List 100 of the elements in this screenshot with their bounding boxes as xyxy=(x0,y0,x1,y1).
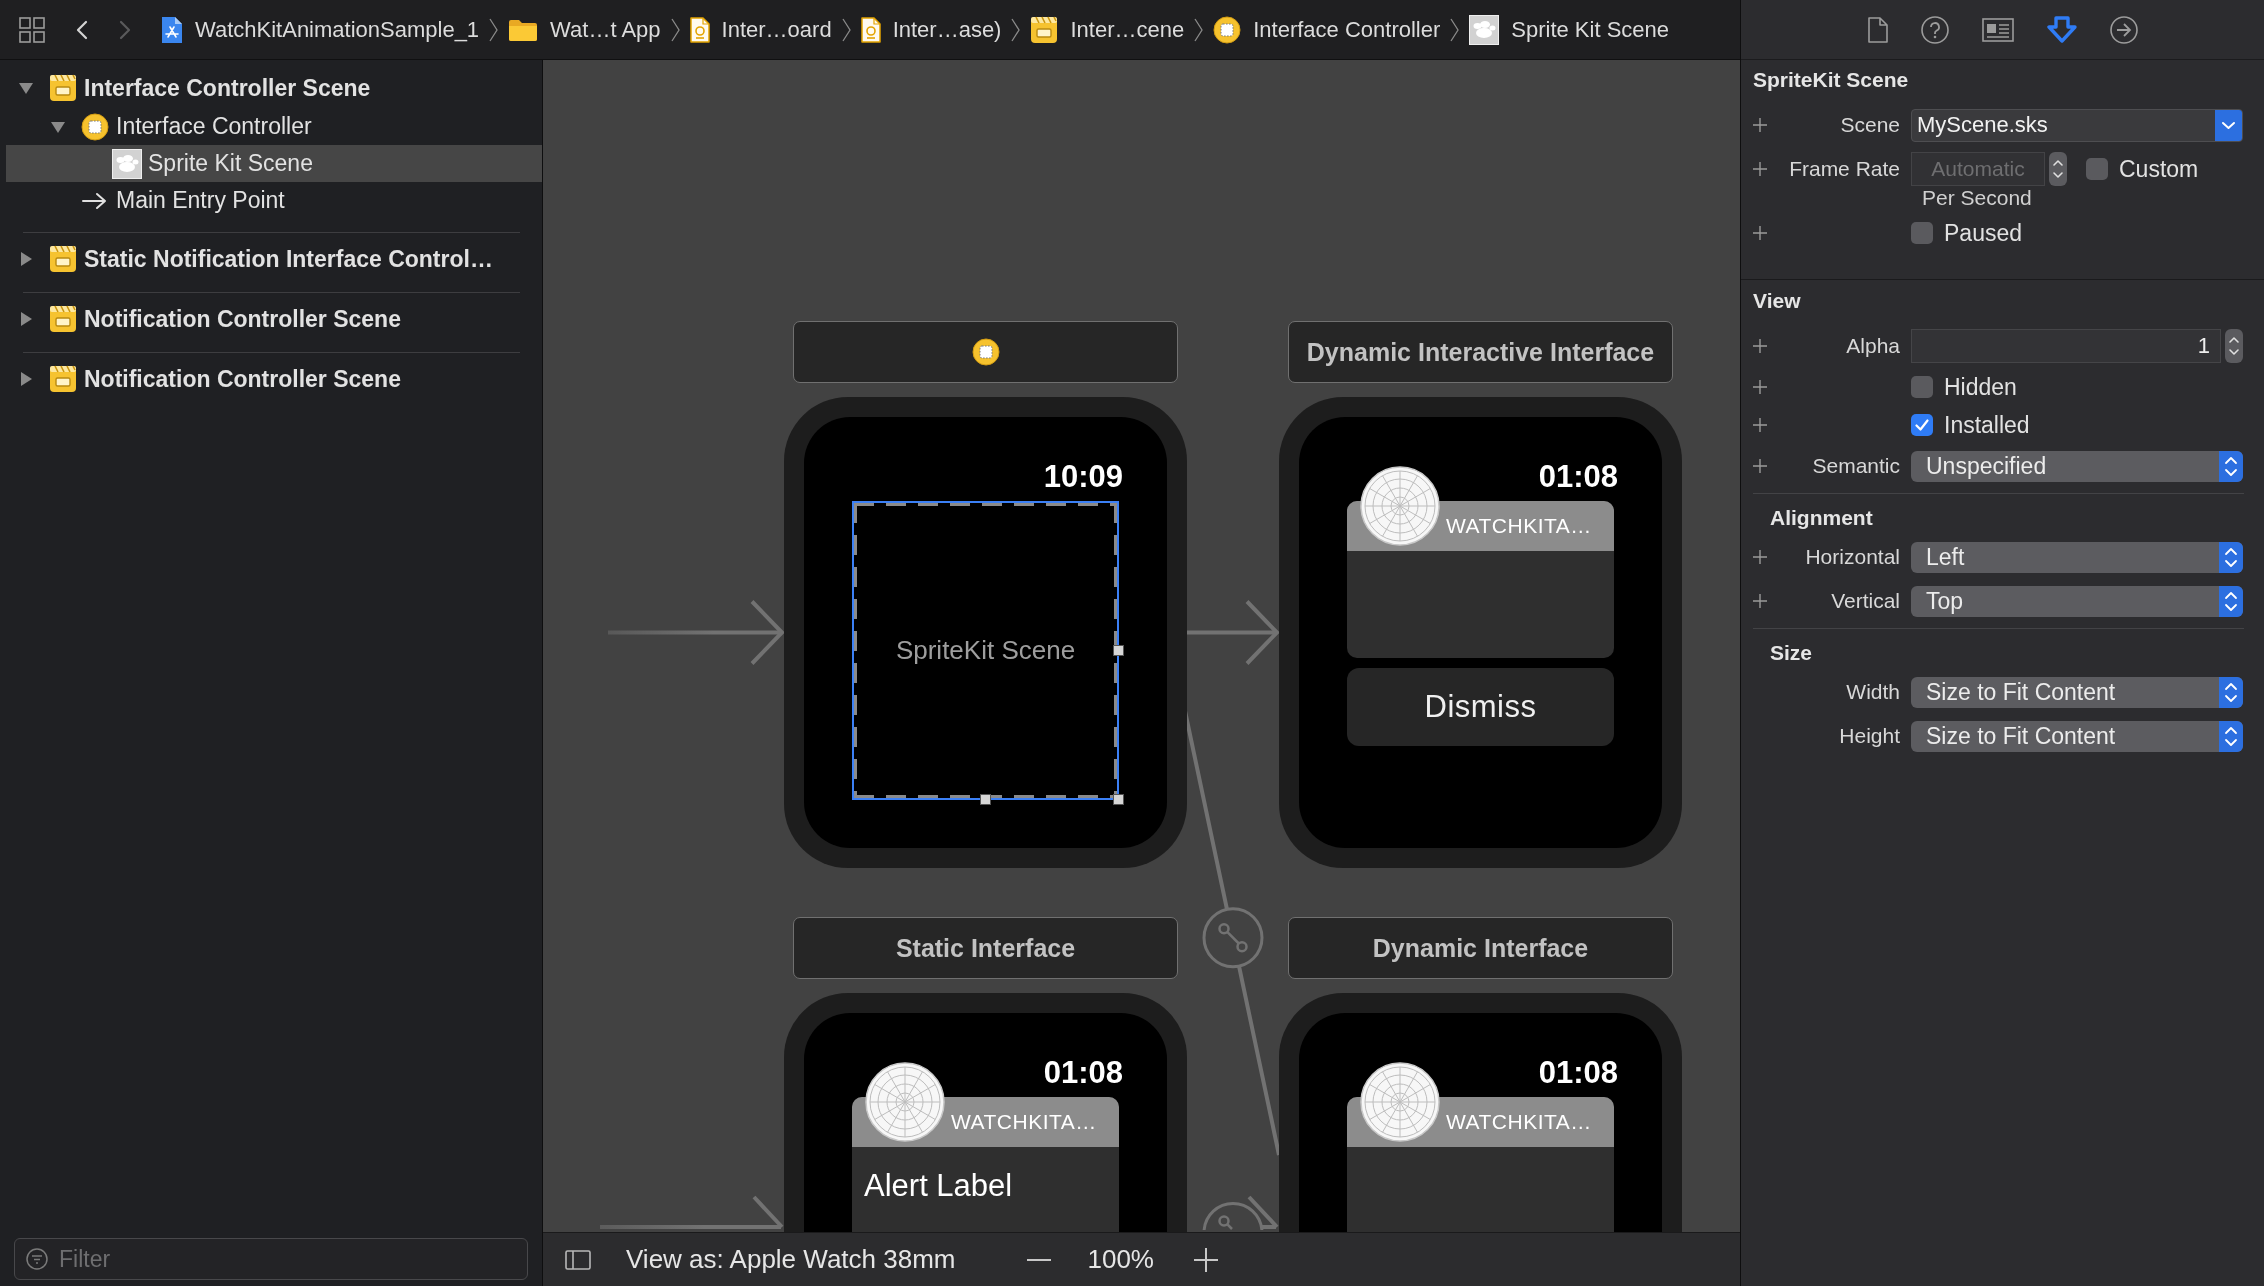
chevron-right-icon xyxy=(670,17,680,42)
device-button[interactable]: View as: Apple Watch 38mm xyxy=(626,1244,956,1275)
breadcrumb[interactable]: Sprite Kit Scene xyxy=(1469,14,1670,45)
clapperboard-icon xyxy=(49,365,77,393)
help-icon[interactable] xyxy=(1920,15,1949,44)
resize-handle[interactable] xyxy=(979,794,991,805)
combo-box[interactable]: MyScene.sks xyxy=(1911,108,2243,142)
popup-button[interactable]: Unspecified xyxy=(1911,450,2243,482)
field-label: Horizontal xyxy=(1804,545,1900,569)
plus-icon[interactable] xyxy=(1753,380,1767,394)
updown-chevron-icon xyxy=(2219,585,2243,617)
plus-icon[interactable] xyxy=(1753,226,1767,240)
blobs-icon xyxy=(1469,14,1500,45)
chevron-right-icon xyxy=(1450,17,1460,42)
popup-button[interactable]: Size to Fit Content xyxy=(1911,720,2243,752)
number-field[interactable]: 1 xyxy=(1911,329,2221,363)
updown-chevron-icon xyxy=(2219,450,2243,482)
outline-item[interactable]: Sprite Kit Scene xyxy=(6,145,542,182)
plus-icon[interactable] xyxy=(1753,339,1767,353)
field-label: Semantic xyxy=(1811,454,1900,478)
plus-icon[interactable] xyxy=(1194,1247,1218,1272)
breadcrumb[interactable]: Interface Controller xyxy=(1213,15,1441,44)
plus-icon[interactable] xyxy=(1753,550,1767,564)
outline-item[interactable]: Notification Controller Scene xyxy=(6,299,542,339)
field-label: Vertical xyxy=(1830,589,1900,613)
filter-icon xyxy=(26,1248,48,1270)
section-header: View xyxy=(1752,288,1802,314)
checkbox-label: Paused xyxy=(1944,219,2022,247)
plus-icon[interactable] xyxy=(1753,459,1767,473)
plus-icon[interactable] xyxy=(1753,118,1767,132)
section-header: Size xyxy=(1769,640,1814,666)
disclosure-triangle-icon[interactable] xyxy=(19,372,33,386)
breadcrumb[interactable]: Inter…cene xyxy=(1030,15,1185,44)
section-header: Alignment xyxy=(1769,505,1874,531)
resize-handle[interactable] xyxy=(1113,644,1124,656)
dismiss-button[interactable]: Dismiss xyxy=(1347,668,1614,746)
popup-button[interactable]: Size to Fit Content xyxy=(1911,676,2243,708)
clapperboard-icon xyxy=(49,245,77,273)
field-label: Alpha xyxy=(1845,334,1900,358)
checkbox[interactable] xyxy=(1911,414,1933,436)
plus-icon[interactable] xyxy=(1753,418,1767,432)
popup-button[interactable]: Top xyxy=(1911,585,2243,617)
breadcrumb[interactable]: WatchKitAnimationSample_1 xyxy=(161,15,480,44)
watch-time: 01:08 xyxy=(1043,1057,1123,1089)
app-document-icon xyxy=(161,15,183,44)
down-arrow-icon[interactable] xyxy=(2046,15,2077,44)
disclosure-triangle-icon[interactable] xyxy=(19,252,33,266)
chevron-right-icon xyxy=(1194,17,1204,42)
plus-icon[interactable] xyxy=(1753,594,1767,608)
blobs-icon xyxy=(112,148,142,179)
breadcrumb[interactable]: Inter…oard xyxy=(689,16,832,43)
arrow-circle-icon[interactable] xyxy=(2109,15,2138,44)
disclosure-triangle-icon[interactable] xyxy=(51,119,65,134)
checkbox-label: Hidden xyxy=(1944,373,2017,401)
updown-chevron-icon xyxy=(2219,720,2243,752)
alert-label: Alert Label xyxy=(864,1168,1013,1204)
document-icon[interactable] xyxy=(1867,16,1888,43)
chevron-right-icon xyxy=(1011,17,1021,42)
outline-item[interactable]: Main Entry Point xyxy=(6,182,542,219)
zoom-level: 100% xyxy=(1087,1244,1154,1275)
document-icon xyxy=(860,16,881,43)
field-label: Scene xyxy=(1839,113,1900,137)
chevron-down-icon[interactable] xyxy=(2215,109,2242,141)
resize-handle[interactable] xyxy=(1113,794,1124,805)
arrow-right-icon xyxy=(82,191,108,210)
scene-title-bar: Dynamic Interface xyxy=(1288,917,1673,979)
updown-chevron-icon xyxy=(2219,541,2243,573)
checkbox-label: Installed xyxy=(1944,411,2030,439)
chevron-right-icon xyxy=(841,17,851,42)
disclosure-triangle-icon[interactable] xyxy=(19,81,33,95)
segue-arrow xyxy=(1247,1195,1279,1229)
clapperboard-icon xyxy=(49,74,77,102)
breadcrumb[interactable]: Wat…t App xyxy=(508,16,661,43)
outline-item[interactable]: Interface Controller Scene xyxy=(6,68,542,108)
field-note: Per Second xyxy=(1922,188,2032,208)
outline-item[interactable]: Interface Controller xyxy=(6,108,542,145)
section-header: SpriteKit Scene xyxy=(1752,67,1910,93)
stepper[interactable] xyxy=(2225,329,2243,363)
updown-chevron-icon xyxy=(2219,676,2243,708)
scene-title-bar: Dynamic Interactive Interface xyxy=(1288,321,1673,383)
field-label: Frame Rate xyxy=(1788,156,1900,182)
popup-button[interactable]: Left xyxy=(1911,541,2243,573)
checkbox[interactable] xyxy=(1911,222,1933,244)
filter-field[interactable]: Filter xyxy=(14,1238,528,1280)
stepper[interactable] xyxy=(2049,152,2067,186)
clapperboard-icon xyxy=(49,305,77,333)
folder-icon xyxy=(508,17,539,42)
minus-icon[interactable] xyxy=(1027,1258,1052,1261)
checkbox[interactable] xyxy=(1911,376,1933,398)
id-card-icon[interactable] xyxy=(1981,17,2014,42)
sidebar-icon[interactable] xyxy=(565,1249,591,1270)
grid-icon[interactable] xyxy=(19,16,45,43)
outline-item[interactable]: Notification Controller Scene xyxy=(6,359,542,399)
chevron-left-icon[interactable] xyxy=(76,19,88,40)
watch-time: 01:08 xyxy=(1538,461,1618,493)
sprite-scene-view[interactable]: SpriteKit Scene xyxy=(854,503,1117,798)
outline-item[interactable]: Static Notification Interface Control… xyxy=(6,239,542,279)
disclosure-triangle-icon[interactable] xyxy=(19,312,33,326)
watch-time: 10:09 xyxy=(1043,461,1123,493)
breadcrumb[interactable]: Inter…ase) xyxy=(860,16,1002,43)
